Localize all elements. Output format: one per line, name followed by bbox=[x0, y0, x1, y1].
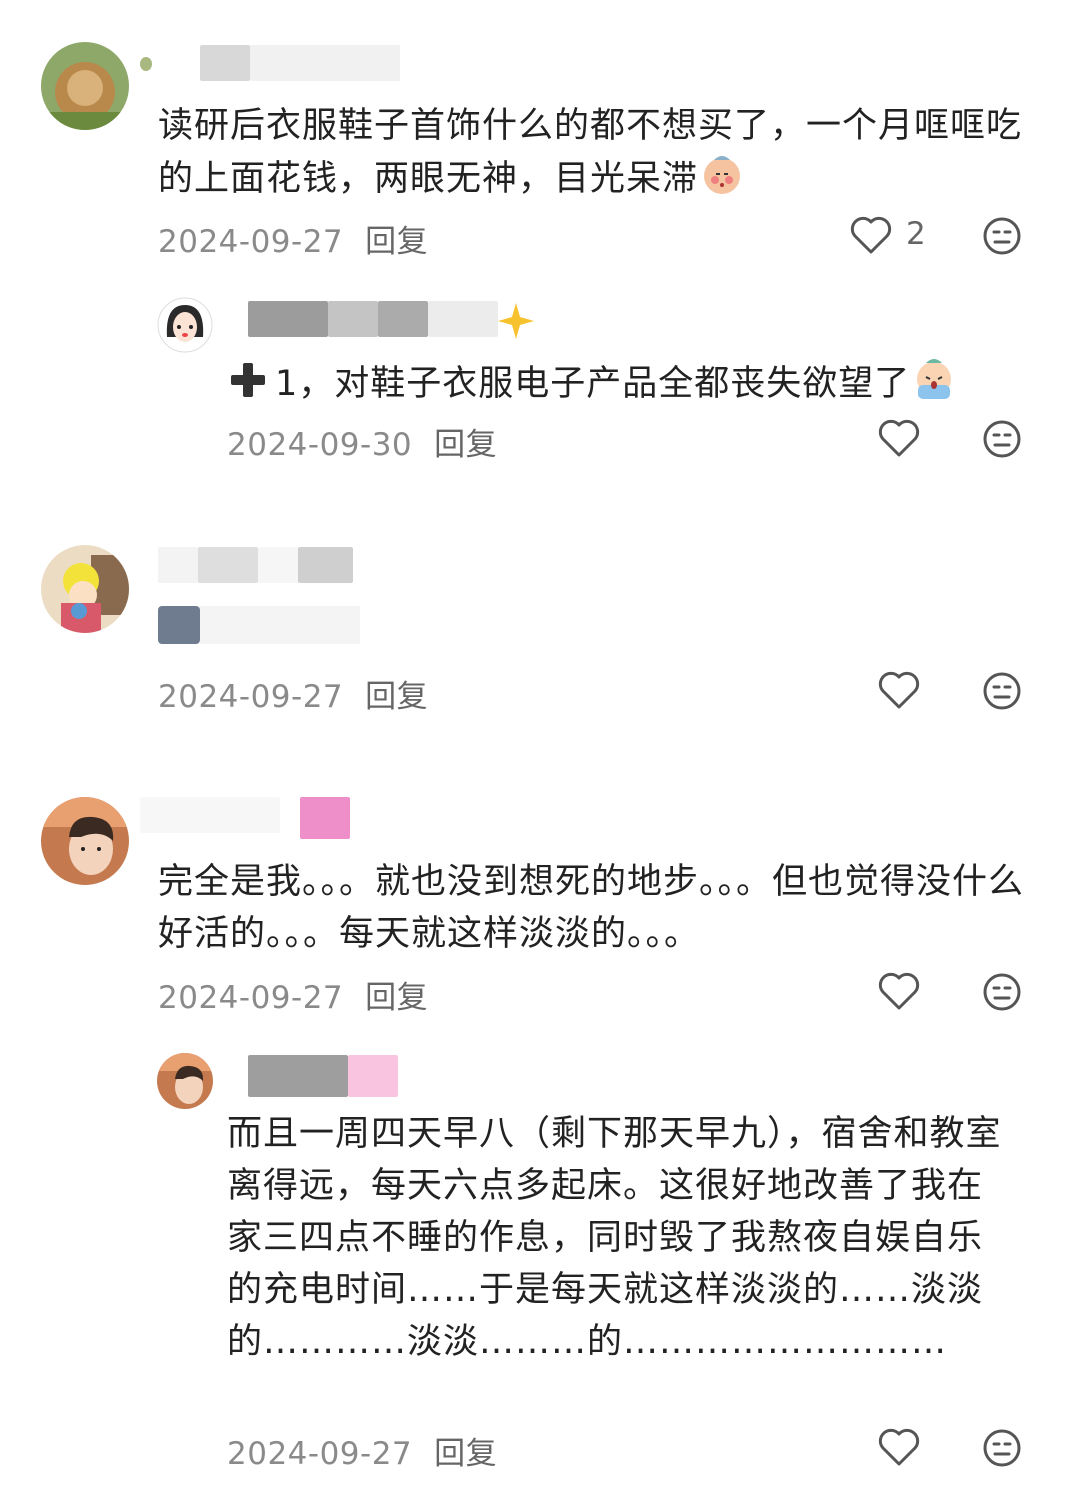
reply-button[interactable]: 回复 bbox=[434, 427, 497, 463]
comment-meta: 2024-09-27 回复 bbox=[158, 972, 428, 1017]
comment-date: 2024-09-27 bbox=[158, 679, 344, 715]
heart-icon bbox=[878, 419, 920, 457]
like-button[interactable] bbox=[876, 1424, 922, 1470]
reply-meta: 2024-09-27 回复 bbox=[227, 1428, 497, 1473]
like-button[interactable] bbox=[848, 212, 894, 258]
neutral-face-icon bbox=[983, 1429, 1021, 1467]
like-button[interactable] bbox=[876, 415, 922, 461]
heart-icon bbox=[878, 671, 920, 709]
avatar[interactable] bbox=[41, 545, 129, 633]
username-blurred[interactable] bbox=[140, 797, 360, 839]
like-count: 2 bbox=[906, 216, 926, 252]
dislike-button[interactable] bbox=[982, 972, 1022, 1012]
heart-icon bbox=[850, 216, 892, 254]
sparkle-icon bbox=[498, 303, 534, 339]
comment-text: 完全是我。。。就也没到想死的地步。。。但也觉得没什么好活的。。。每天就这样淡淡的… bbox=[158, 862, 1025, 954]
crying-emoji bbox=[912, 357, 956, 401]
username-blurred[interactable] bbox=[140, 45, 420, 81]
comment-meta: 2024-09-27 回复 bbox=[158, 216, 428, 261]
dislike-button[interactable] bbox=[982, 671, 1022, 711]
reply-button[interactable]: 回复 bbox=[365, 224, 428, 260]
heart-icon bbox=[878, 972, 920, 1010]
like-button[interactable] bbox=[876, 968, 922, 1014]
neutral-face-icon bbox=[983, 973, 1021, 1011]
avatar[interactable] bbox=[41, 42, 129, 130]
avatar[interactable] bbox=[157, 297, 213, 353]
heavy-plus-icon bbox=[227, 359, 269, 401]
neutral-face-icon bbox=[983, 420, 1021, 458]
comment-text-blurred bbox=[158, 606, 378, 644]
reply-button[interactable]: 回复 bbox=[365, 679, 428, 715]
reply-date: 2024-09-27 bbox=[227, 1436, 413, 1472]
reply-button[interactable]: 回复 bbox=[365, 980, 428, 1016]
reply-meta: 2024-09-30 回复 bbox=[227, 419, 497, 464]
avatar[interactable] bbox=[157, 1053, 213, 1109]
neutral-face-icon bbox=[983, 672, 1021, 710]
pensive-sick-emoji bbox=[700, 152, 744, 196]
comment-text: 读研后衣服鞋子首饰什么的都不想买了，一个月哐哐吃的上面花钱，两眼无神，目光呆滞 bbox=[158, 106, 1023, 199]
dislike-button[interactable] bbox=[982, 419, 1022, 459]
reply-text: 1，对鞋子衣服电子产品全都丧失欲望了 bbox=[227, 357, 1027, 410]
dislike-button[interactable] bbox=[982, 216, 1022, 256]
dislike-button[interactable] bbox=[982, 1428, 1022, 1468]
username-blurred[interactable] bbox=[228, 301, 548, 339]
reply-date: 2024-09-30 bbox=[227, 427, 413, 463]
avatar[interactable] bbox=[41, 797, 129, 885]
reply-text: 而且一周四天早八（剩下那天早九），宿舍和教室离得远，每天六点多起床。这很好地改善… bbox=[227, 1114, 1002, 1362]
reply-button[interactable]: 回复 bbox=[434, 1436, 497, 1472]
like-button[interactable] bbox=[876, 667, 922, 713]
comment-date: 2024-09-27 bbox=[158, 224, 344, 260]
username-blurred[interactable] bbox=[158, 547, 368, 583]
heart-icon bbox=[878, 1428, 920, 1466]
neutral-face-icon bbox=[983, 217, 1021, 255]
comment-meta: 2024-09-27 回复 bbox=[158, 671, 428, 716]
comment-date: 2024-09-27 bbox=[158, 980, 344, 1016]
username-blurred[interactable] bbox=[228, 1055, 418, 1097]
